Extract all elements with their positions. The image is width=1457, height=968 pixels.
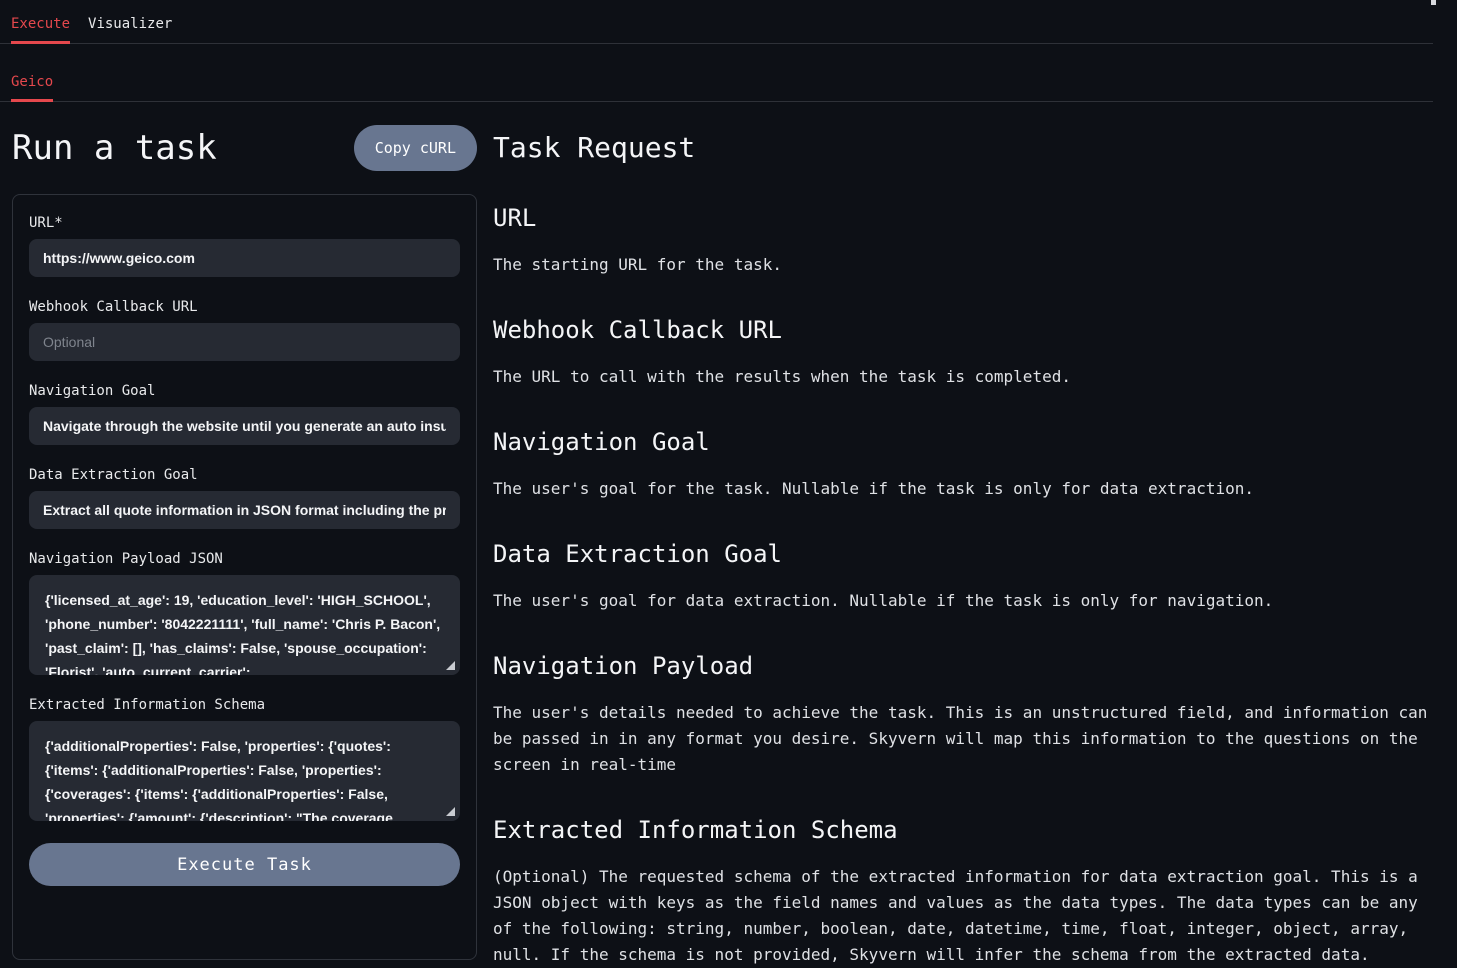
doc-heading: Webhook Callback URL <box>493 316 1443 344</box>
doc-body: The starting URL for the task. <box>493 252 1443 278</box>
data-extraction-goal-input[interactable] <box>29 491 460 529</box>
doc-body: The user's goal for data extraction. Nul… <box>493 588 1443 614</box>
doc-section-navigation-payload: Navigation Payload The user's details ne… <box>493 652 1443 778</box>
tab-geico[interactable]: Geico <box>11 72 53 92</box>
extracted-information-schema-label: Extracted Information Schema <box>29 697 460 713</box>
navigation-payload-json-label: Navigation Payload JSON <box>29 551 460 567</box>
main-content: Run a task Copy cURL URL* Webhook Callba… <box>0 118 1457 968</box>
doc-body: The user's goal for the task. Nullable i… <box>493 476 1443 502</box>
sub-tabbar: Geico <box>0 44 1433 102</box>
navigation-payload-wrap: {'licensed_at_age': 19, 'education_level… <box>29 575 460 675</box>
form-header: Run a task Copy cURL <box>12 118 477 178</box>
url-label: URL* <box>29 215 460 231</box>
doc-section-navigation-goal: Navigation Goal The user's goal for the … <box>493 428 1443 502</box>
scrollbar-thumb[interactable] <box>1431 0 1436 5</box>
navigation-payload-textarea[interactable]: {'licensed_at_age': 19, 'education_level… <box>29 575 460 675</box>
webhook-callback-url-label: Webhook Callback URL <box>29 299 460 315</box>
doc-heading: Data Extraction Goal <box>493 540 1443 568</box>
doc-section-url: URL The starting URL for the task. <box>493 204 1443 278</box>
doc-section-webhook: Webhook Callback URL The URL to call wit… <box>493 316 1443 390</box>
docs-title: Task Request <box>493 130 1443 166</box>
doc-heading: Navigation Goal <box>493 428 1443 456</box>
doc-heading: URL <box>493 204 1443 232</box>
doc-body: The user's details needed to achieve the… <box>493 700 1443 778</box>
extracted-schema-wrap: {'additionalProperties': False, 'propert… <box>29 721 460 821</box>
execute-task-button[interactable]: Execute Task <box>29 843 460 886</box>
doc-heading: Extracted Information Schema <box>493 816 1443 844</box>
doc-heading: Navigation Payload <box>493 652 1443 680</box>
task-request-docs: Task Request URL The starting URL for th… <box>493 118 1443 968</box>
data-extraction-goal-label: Data Extraction Goal <box>29 467 460 483</box>
doc-section-extracted-schema: Extracted Information Schema (Optional) … <box>493 816 1443 968</box>
tab-execute[interactable]: Execute <box>11 14 70 34</box>
navigation-goal-label: Navigation Goal <box>29 383 460 399</box>
extracted-schema-textarea[interactable]: {'additionalProperties': False, 'propert… <box>29 721 460 821</box>
page-title: Run a task <box>12 128 217 168</box>
webhook-callback-url-input[interactable] <box>29 323 460 361</box>
resize-grip-icon[interactable] <box>446 807 455 816</box>
url-input[interactable] <box>29 239 460 277</box>
task-form-card: URL* Webhook Callback URL Navigation Goa… <box>12 194 477 960</box>
tab-visualizer[interactable]: Visualizer <box>88 14 172 34</box>
resize-grip-icon[interactable] <box>446 661 455 670</box>
navigation-goal-input[interactable] <box>29 407 460 445</box>
doc-body: The URL to call with the results when th… <box>493 364 1443 390</box>
main-tabbar: Execute Visualizer <box>0 0 1433 44</box>
doc-section-data-extraction-goal: Data Extraction Goal The user's goal for… <box>493 540 1443 614</box>
copy-curl-button[interactable]: Copy cURL <box>354 125 477 171</box>
task-form-panel: Run a task Copy cURL URL* Webhook Callba… <box>12 118 477 968</box>
doc-body: (Optional) The requested schema of the e… <box>493 864 1443 968</box>
